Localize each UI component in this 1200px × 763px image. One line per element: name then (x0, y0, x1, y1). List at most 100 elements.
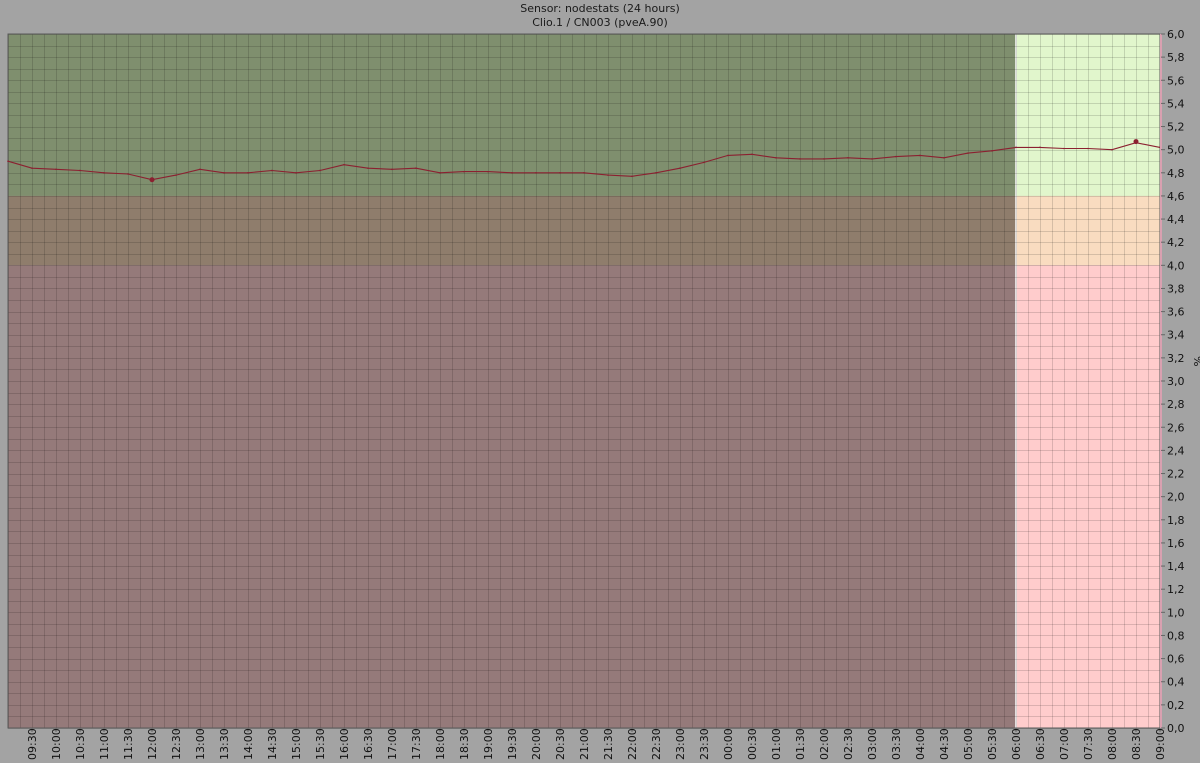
x-tick-label: 22:30 (650, 728, 663, 760)
y-tick-label: 4,6 (1167, 190, 1185, 203)
y-tick-label: 2,6 (1167, 421, 1185, 434)
data-point (367, 167, 369, 169)
data-point (751, 153, 753, 156)
data-point (799, 158, 801, 160)
x-tick-label: 09:30 (26, 728, 39, 760)
x-tick-label: 05:30 (986, 728, 999, 760)
x-tick-label: 19:30 (506, 728, 519, 760)
x-tick-label: 21:30 (602, 728, 615, 760)
data-point (727, 154, 729, 157)
data-point (895, 155, 897, 158)
data-point (967, 152, 969, 154)
y-tick-label: 0,4 (1167, 676, 1185, 689)
y-tick-label: 0,8 (1167, 629, 1185, 642)
data-point (79, 169, 81, 172)
y-tick-label: 5,2 (1167, 121, 1185, 134)
y-tick-label: 0,2 (1167, 699, 1185, 712)
data-point (7, 160, 9, 163)
x-tick-label: 12:30 (170, 728, 183, 760)
y-tick-label: 3,6 (1167, 306, 1185, 319)
data-point (247, 172, 249, 174)
data-point (1111, 148, 1113, 151)
x-tick-label: 08:00 (1106, 728, 1119, 760)
y-tick-label: 4,2 (1167, 236, 1185, 249)
x-tick-label: 17:00 (386, 728, 399, 760)
y-tick-label: 2,2 (1167, 468, 1185, 481)
y-tick-label: 4,4 (1167, 213, 1185, 226)
y-tick-label: 1,2 (1167, 583, 1185, 596)
y-tick-label: 1,8 (1167, 514, 1185, 527)
x-tick-label: 03:00 (866, 728, 879, 760)
y-tick-label: 3,2 (1167, 352, 1185, 365)
data-point (1015, 146, 1017, 149)
y-tick-label: 0,6 (1167, 653, 1185, 666)
y-tick-label: 2,8 (1167, 398, 1185, 411)
data-point (55, 168, 57, 171)
data-point (463, 170, 465, 173)
x-tick-label: 01:00 (770, 728, 783, 760)
data-point (391, 168, 393, 171)
y-tick-label: 5,4 (1167, 97, 1185, 110)
data-point (1087, 147, 1089, 150)
x-tick-label: 01:30 (794, 728, 807, 760)
x-tick-label: 07:30 (1082, 728, 1095, 760)
data-point (943, 156, 945, 159)
x-tick-label: 09:00 (1154, 728, 1167, 760)
y-axis: 0,0 0,2 0,4 0,6 0,8 1,0 1,2 1,4 1,6 1,8 2,0 2,2 2,4 2… (1160, 28, 1200, 735)
y-tick-label: 3,0 (1167, 375, 1185, 388)
x-tick-label: 08:30 (1130, 728, 1143, 760)
y-tick-label: 4,8 (1167, 167, 1185, 180)
x-tick-label: 15:00 (290, 728, 303, 760)
x-tick-label: 04:30 (938, 728, 951, 760)
data-point (607, 174, 609, 176)
y-axis-label: % (1191, 356, 1200, 366)
data-point (871, 158, 873, 160)
data-point (631, 175, 633, 178)
y-tick-label: 5,6 (1167, 74, 1185, 87)
x-axis: 09:30 10:00 10:30 11:00 11:30 12:00 12:30 13:00… (26, 728, 1167, 760)
x-tick-label: 14:00 (242, 728, 255, 760)
data-point (295, 172, 297, 174)
data-point (1039, 146, 1041, 149)
grid-layer (7, 33, 1161, 729)
x-tick-label: 16:00 (338, 728, 351, 760)
x-tick-label: 10:30 (74, 728, 87, 760)
y-tick-label: 0,0 (1167, 722, 1185, 735)
data-point (175, 174, 177, 176)
x-tick-label: 13:30 (218, 728, 231, 760)
data-point (655, 172, 657, 174)
data-point (415, 167, 417, 169)
x-tick-label: 12:00 (146, 728, 159, 760)
data-point (127, 173, 129, 175)
x-tick-label: 10:00 (50, 728, 63, 760)
data-point (535, 172, 537, 174)
x-tick-label: 04:00 (914, 728, 927, 760)
x-tick-label: 21:00 (578, 728, 591, 760)
min-marker (149, 177, 155, 183)
x-tick-label: 06:30 (1034, 728, 1047, 760)
data-point (1063, 147, 1065, 150)
data-point (991, 150, 993, 152)
data-point (703, 161, 705, 164)
data-point (775, 156, 777, 159)
y-tick-label: 2,4 (1167, 444, 1185, 457)
x-tick-label: 23:00 (674, 728, 687, 760)
x-tick-label: 23:30 (698, 728, 711, 760)
data-point (583, 172, 585, 174)
data-point (823, 158, 825, 160)
data-point (559, 172, 561, 174)
x-tick-label: 05:00 (962, 728, 975, 760)
x-tick-label: 18:30 (458, 728, 471, 760)
x-tick-label: 02:30 (842, 728, 855, 760)
x-tick-label: 06:00 (1010, 728, 1023, 760)
x-tick-label: 13:00 (194, 728, 207, 760)
x-tick-label: 03:30 (890, 728, 903, 760)
data-point (271, 169, 273, 172)
x-tick-label: 11:00 (98, 728, 111, 760)
x-tick-label: 07:00 (1058, 728, 1071, 760)
data-point (511, 172, 513, 174)
data-point (223, 172, 225, 174)
y-tick-label: 2,0 (1167, 491, 1185, 504)
x-tick-label: 17:30 (410, 728, 423, 760)
data-point (31, 167, 33, 169)
